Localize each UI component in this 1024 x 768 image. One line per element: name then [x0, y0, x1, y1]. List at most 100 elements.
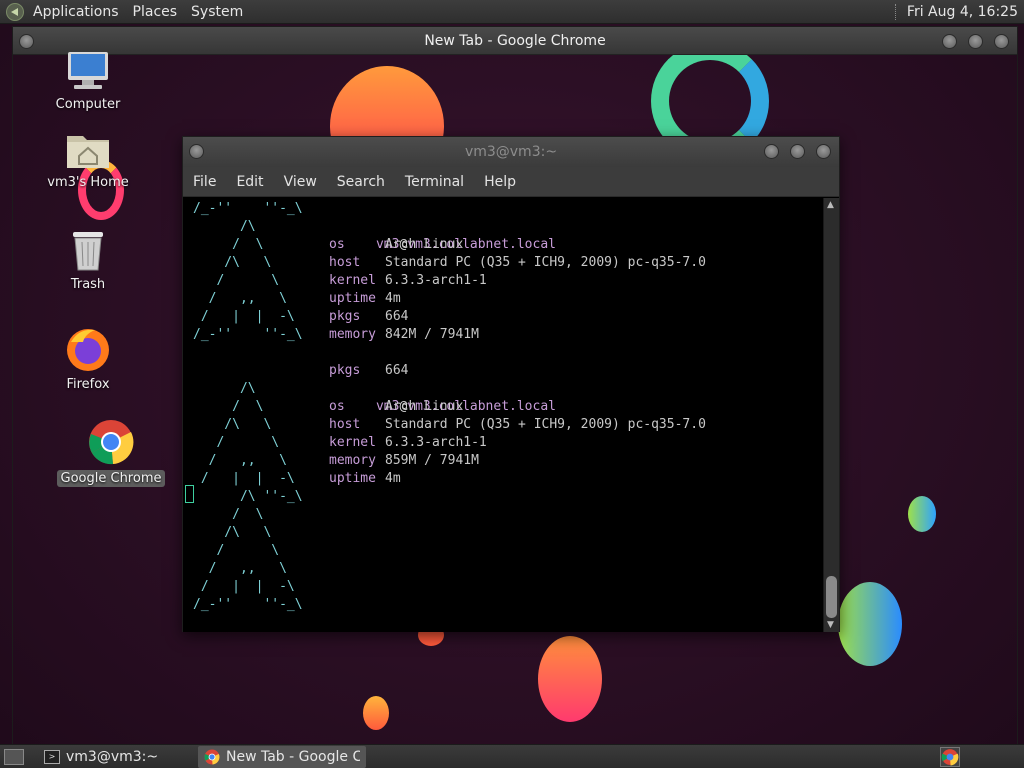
ascii-art-line: /_-'' ''-_\ — [193, 327, 303, 342]
info-value: Arch Linux — [385, 399, 464, 414]
desktop-icon-label: Trash — [70, 277, 106, 292]
ascii-art-line: / \ — [193, 507, 264, 522]
terminal-title: vm3@vm3:~ — [464, 144, 558, 160]
terminal-menu-help[interactable]: Help — [474, 167, 526, 197]
user-host-line: vm3@vm3.collabnet.local — [329, 218, 556, 252]
ascii-art-line: / ,, \ — [193, 291, 287, 306]
chrome-icon — [204, 749, 220, 765]
info-key: pkgs — [329, 309, 361, 324]
top-panel: Applications Places System Fri Aug 4, 16… — [0, 0, 1024, 24]
home-folder-icon — [65, 130, 111, 170]
panel-separator — [894, 3, 897, 20]
desktop-icon-label: vm3's Home — [47, 175, 129, 190]
terminal-menu-view[interactable]: View — [274, 167, 327, 197]
terminal-maximize-button[interactable] — [790, 144, 805, 159]
terminal-menu-edit[interactable]: Edit — [226, 167, 273, 197]
info-key: kernel — [329, 273, 376, 288]
chrome-window-title: New Tab - Google Chrome — [424, 33, 606, 49]
ascii-art-line: /_-'' ''-_\ — [193, 597, 303, 612]
info-value: 6.3.3-arch1-1 — [385, 273, 487, 288]
info-value: 664 — [385, 363, 409, 378]
ascii-art-line: /\ — [193, 381, 256, 396]
terminal-titlebar[interactable]: vm3@vm3:~ — [183, 137, 839, 167]
mate-logo-icon[interactable] — [6, 2, 24, 21]
chrome-close-button[interactable] — [994, 34, 1009, 49]
chrome-minimize-button[interactable] — [942, 34, 957, 49]
terminal-close-button[interactable] — [816, 144, 831, 159]
ascii-art-line: / | | -\ — [193, 471, 295, 486]
info-value: Standard PC (Q35 + ICH9, 2009) pc-q35-7.… — [385, 417, 706, 432]
terminal-output[interactable]: /_-'' ''-_\ /\ / \ /\ \ / \ / ,, \ / | |… — [183, 198, 825, 632]
tray-chrome-icon[interactable] — [940, 746, 960, 767]
menu-applications[interactable]: Applications — [26, 0, 126, 24]
chrome-window-menu-button[interactable] — [19, 34, 34, 49]
info-key: kernel — [329, 435, 376, 450]
info-key: os — [329, 237, 345, 252]
info-key: pkgs — [329, 363, 361, 378]
info-key: uptime — [329, 291, 376, 306]
ascii-art-line: / ,, \ — [193, 453, 287, 468]
chrome-titlebar[interactable]: New Tab - Google Chrome — [13, 27, 1017, 55]
desktop-icon-trash[interactable]: Trash — [38, 230, 138, 293]
info-value: 4m — [385, 471, 401, 486]
ascii-art-line: /\ \ — [193, 255, 272, 270]
desktop-icon-firefox[interactable]: Firefox — [38, 326, 138, 393]
desktop-icon-google-chrome[interactable]: Google Chrome — [56, 418, 166, 487]
terminal-scrollbar[interactable]: ▲ ▼ — [823, 198, 839, 632]
user-host-line: vm3@vm3.collabnet.local — [329, 380, 556, 414]
scroll-up-arrow-icon[interactable]: ▲ — [827, 200, 834, 210]
taskbar-item-terminal[interactable]: > vm3@vm3:~ — [38, 746, 188, 768]
ascii-art-line: / | | -\ — [193, 309, 295, 324]
info-value: 6.3.3-arch1-1 — [385, 435, 487, 450]
ascii-art-line: /\ ''-_\ — [193, 489, 303, 504]
ascii-art-line: /\ — [193, 219, 256, 234]
desktop-icon-computer[interactable]: Computer — [38, 52, 138, 113]
info-key: host — [329, 417, 361, 432]
info-key: uptime — [329, 471, 376, 486]
info-value: 4m — [385, 291, 401, 306]
info-key: memory — [329, 327, 376, 342]
info-value: 842M / 7941M — [385, 327, 479, 342]
info-value: 664 — [385, 309, 409, 324]
chrome-maximize-button[interactable] — [968, 34, 983, 49]
desktop-icon-label: Firefox — [66, 377, 110, 392]
terminal-icon: > — [44, 749, 60, 764]
ascii-art-line: / \ — [193, 273, 280, 288]
bottom-taskbar: > vm3@vm3:~ New Tab - Google C... — [0, 744, 1024, 768]
trash-icon — [68, 230, 108, 272]
scroll-down-arrow-icon[interactable]: ▼ — [827, 620, 834, 630]
clock[interactable]: Fri Aug 4, 16:25 — [907, 4, 1024, 20]
info-value: Arch Linux — [385, 237, 464, 252]
ascii-art-line: / | | -\ — [193, 579, 295, 594]
info-key: os — [329, 399, 345, 414]
show-desktop-icon[interactable] — [4, 748, 24, 765]
terminal-menu-search[interactable]: Search — [327, 167, 395, 197]
terminal-window: vm3@vm3:~ File Edit View Search Terminal… — [182, 136, 840, 632]
taskbar-item-chrome[interactable]: New Tab - Google C... — [198, 745, 366, 768]
terminal-menu-terminal[interactable]: Terminal — [395, 167, 474, 197]
info-key: memory — [329, 453, 376, 468]
computer-icon — [64, 52, 112, 92]
terminal-window-menu-button[interactable] — [189, 144, 204, 159]
terminal-menubar: File Edit View Search Terminal Help — [183, 167, 839, 197]
terminal-minimize-button[interactable] — [764, 144, 779, 159]
ascii-art-line: /\ \ — [193, 417, 272, 432]
ascii-art-line: / ,, \ — [193, 561, 287, 576]
taskbar-item-label: New Tab - Google C... — [226, 748, 360, 765]
ascii-art-line: / \ — [193, 399, 264, 414]
menu-system[interactable]: System — [184, 0, 250, 24]
menu-places[interactable]: Places — [126, 0, 185, 24]
taskbar-item-label: vm3@vm3:~ — [66, 748, 159, 765]
firefox-icon — [65, 326, 111, 372]
scrollbar-thumb[interactable] — [826, 576, 837, 618]
info-value: Standard PC (Q35 + ICH9, 2009) pc-q35-7.… — [385, 255, 706, 270]
terminal-cursor — [185, 485, 194, 503]
ascii-art-line: /_-'' ''-_\ — [193, 201, 303, 216]
info-key: host — [329, 255, 361, 270]
ascii-art-line: / \ — [193, 237, 264, 252]
ascii-art-line: / \ — [193, 543, 280, 558]
desktop-icon-home[interactable]: vm3's Home — [38, 130, 138, 191]
chrome-icon — [87, 418, 135, 466]
terminal-menu-file[interactable]: File — [183, 167, 226, 197]
ascii-art-line: /\ \ — [193, 525, 272, 540]
